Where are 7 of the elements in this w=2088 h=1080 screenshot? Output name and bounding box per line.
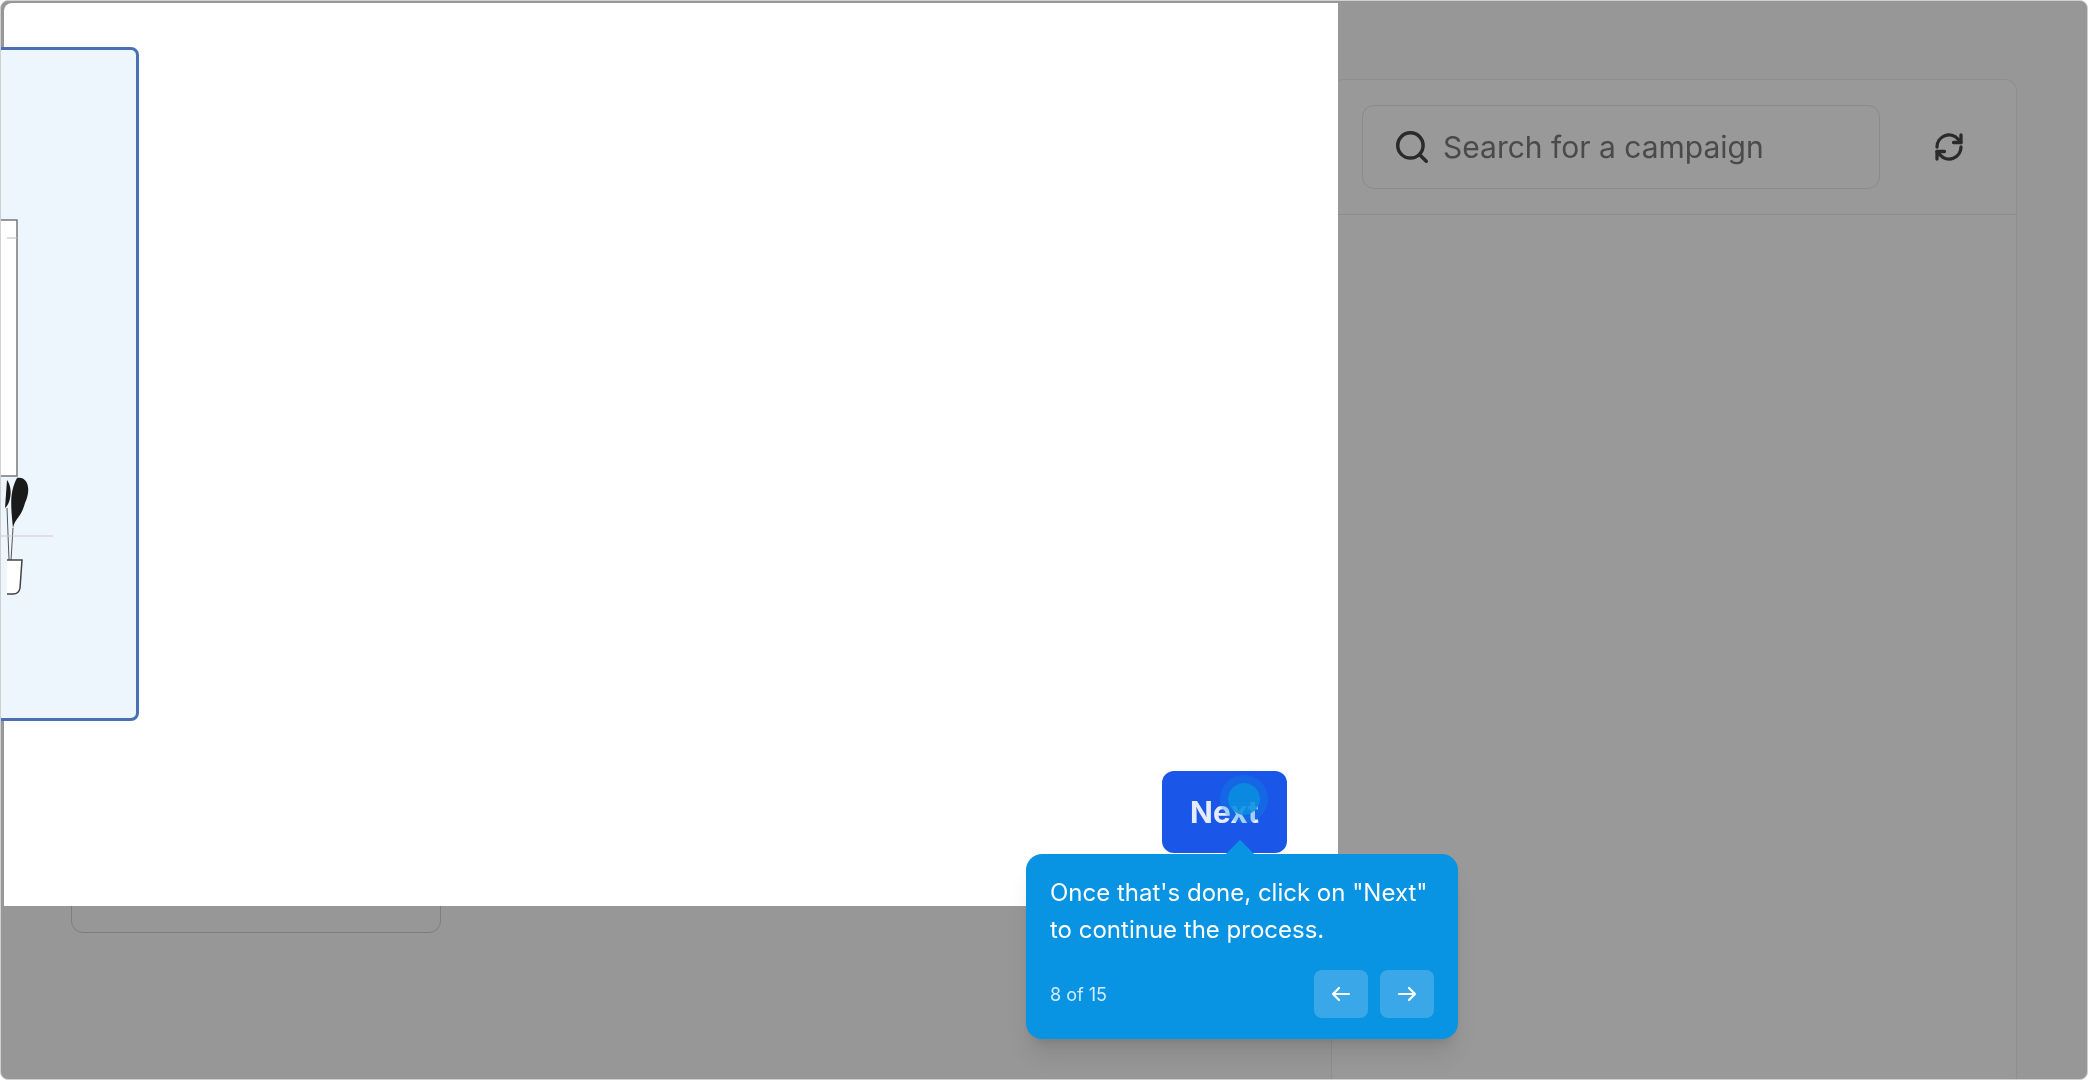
next-button[interactable]: Next [1162,771,1287,853]
tooltip-text: Once that's done, click on "Next" to continue the process. [1050,877,1429,946]
previous-button[interactable] [1314,970,1368,1018]
search-icon [1393,128,1431,166]
step-counter: 8 of 15 [1050,982,1107,1007]
search-field[interactable]: Search for a campaign [1362,105,1880,189]
next-step-button[interactable] [1380,970,1434,1018]
